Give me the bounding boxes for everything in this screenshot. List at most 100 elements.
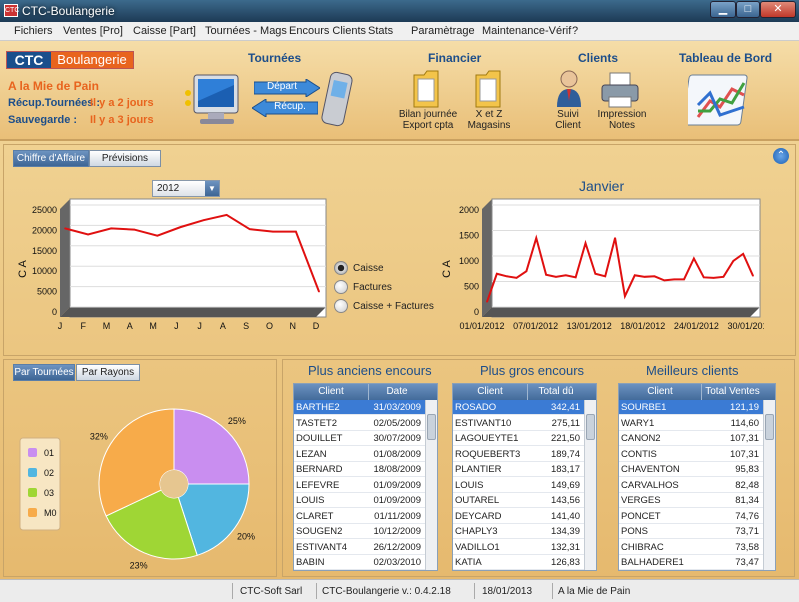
table-row[interactable]: BALHADERE1 73,47 [619,555,763,570]
scroll-thumb[interactable] [427,414,436,440]
table-row[interactable]: BERNARD 18/08/2009 [294,462,425,477]
status-sep [232,583,233,599]
cell-client: WARY1 [621,417,655,429]
table-row[interactable]: DEYCARD 141,40 [453,509,584,524]
table-row[interactable]: CHAPLY3 134,39 [453,524,584,539]
data-point [663,279,666,282]
menu-encours[interactable]: Encours Clients [289,25,366,37]
table-row[interactable]: CARVALHOS 82,48 [619,478,763,493]
table-row[interactable]: CONTIS 107,31 [619,447,763,462]
table-row[interactable]: CANON2 107,31 [619,431,763,446]
recup-arrow-icon[interactable]: Récup. [251,98,319,118]
radio-caisse[interactable] [334,261,348,275]
table-row[interactable]: ESTIVANT10 275,11 [453,416,584,431]
scrollbar[interactable] [425,400,437,570]
scrollbar[interactable] [584,400,596,570]
table-row[interactable]: OUTAREL 143,56 [453,493,584,508]
table-row[interactable]: LEZAN 01/08/2009 [294,447,425,462]
table-row[interactable]: SOURBE1 121,19 [619,400,763,415]
y-tick-label: 500 [464,282,479,292]
menu-tournees[interactable]: Tournées - Mags [205,25,287,37]
table-row[interactable]: CHAVENTON 95,83 [619,462,763,477]
radio-caisse-factures[interactable] [334,299,348,313]
column-header-value[interactable]: Date [368,384,425,400]
grid-gros[interactable]: Client Total dû ROSADO 342,41 ESTIVANT10 275,… [452,383,597,571]
grid-meilleurs-title: Meilleurs clients [646,363,739,378]
slice-label: 23% [130,561,148,571]
table-row[interactable]: BABIN 02/03/2010 [294,555,425,570]
grid-meilleurs[interactable]: Client Total Ventes SOURBE1 121,19 WARY1 114,… [618,383,776,571]
table-row[interactable]: LEFEVRE 01/09/2009 [294,478,425,493]
chevron-down-icon[interactable]: ▼ [205,181,219,196]
tab-previsions[interactable]: Prévisions [89,150,161,167]
table-row[interactable]: ROSADO 342,41 [453,400,584,415]
table-row[interactable]: LOUIS 149,69 [453,478,584,493]
column-header-value[interactable]: Total Ventes [701,384,763,400]
table-row[interactable]: VADILLO1 132,31 [453,540,584,555]
grid-header[interactable]: Client Total Ventes [619,384,775,400]
table-row[interactable]: DOUILLET 30/07/2009 [294,431,425,446]
tab-chiffre-affaire[interactable]: Chiffre d'Affaire [13,150,89,167]
scroll-thumb[interactable] [586,414,595,440]
table-row[interactable]: BARTHE2 31/03/2009 [294,400,425,415]
scroll-thumb[interactable] [765,414,774,440]
table-row[interactable]: LAGOUEYTE1 221,50 [453,431,584,446]
xz-folder-icon[interactable] [474,69,502,109]
logo-ctc: CTC [7,52,51,68]
close-icon[interactable]: ✕ [760,1,796,18]
tab-par-tournees[interactable]: Par Tournées [13,364,75,381]
x-tick-label: 24/01/2012 [674,321,719,331]
table-row[interactable]: CHIBRAC 73,58 [619,540,763,555]
impression-caption[interactable]: Impression Notes [594,109,650,131]
table-row[interactable]: ROQUEBERT3 189,74 [453,447,584,462]
column-header-client[interactable]: Client [453,384,527,400]
depart-arrow-icon[interactable]: Départ [253,78,321,98]
cell-value: 189,74 [550,448,580,460]
column-header-client[interactable]: Client [294,384,368,400]
table-row[interactable]: VERGES 81,34 [619,493,763,508]
mobile-phone-icon[interactable] [320,69,356,131]
dashboard-chart-icon[interactable] [688,71,752,129]
table-row[interactable]: TASTET2 02/05/2009 [294,416,425,431]
menu-maintenance[interactable]: Maintenance-Vérif [482,25,571,37]
table-row[interactable]: PLANTIER 183,17 [453,462,584,477]
collapse-up-icon[interactable]: ⌃ [773,148,789,164]
grid-header[interactable]: Client Total dû [453,384,596,400]
slice-label: 32% [90,431,108,441]
table-row[interactable]: LOUIS 01/09/2009 [294,493,425,508]
column-header-value[interactable]: Total dû [527,384,584,400]
printer-icon[interactable] [600,71,640,109]
table-row[interactable]: ESTIVANT4 26/12/2009 [294,540,425,555]
grid-anciens[interactable]: Client Date BARTHE2 31/03/2009 TASTET2 02/05/… [293,383,438,571]
table-row[interactable]: PONCET 74,76 [619,509,763,524]
menu-help[interactable]: ? [572,25,578,37]
minimize-icon[interactable]: ▁ [710,1,736,18]
client-person-icon[interactable] [554,69,584,109]
data-point [225,214,228,216]
bilan-folder-icon[interactable] [412,69,440,109]
maximize-icon[interactable]: □ [736,1,760,18]
menu-parametrage[interactable]: Paramètrage [411,25,475,37]
tab-par-rayons[interactable]: Par Rayons [76,364,140,381]
data-point [202,219,205,221]
table-row[interactable]: KATIA 126,83 [453,555,584,570]
grid-header[interactable]: Client Date [294,384,437,400]
menu-stats[interactable]: Stats [368,25,393,37]
menu-ventes[interactable]: Ventes [Pro] [63,25,123,37]
suivi-caption[interactable]: Suivi Client [546,109,590,131]
table-row[interactable]: WARY1 114,60 [619,416,763,431]
radio-factures[interactable] [334,280,348,294]
cell-client: VERGES [621,495,661,506]
computer-icon[interactable] [184,71,246,131]
bilan-caption[interactable]: Bilan journée Export cpta [396,109,460,131]
cell-value: 342,41 [550,402,580,413]
xz-caption[interactable]: X et Z Magasins [462,109,516,131]
table-row[interactable]: CLARET 01/11/2009 [294,509,425,524]
menu-fichiers[interactable]: Fichiers [14,25,53,37]
table-row[interactable]: SOUGEN2 10/12/2009 [294,524,425,539]
column-header-client[interactable]: Client [619,384,701,400]
menu-caisse[interactable]: Caisse [Part] [133,25,196,37]
table-row[interactable]: PONS 73,71 [619,524,763,539]
recup-label: Récup.Tournées : [8,97,101,109]
scrollbar[interactable] [763,400,775,570]
